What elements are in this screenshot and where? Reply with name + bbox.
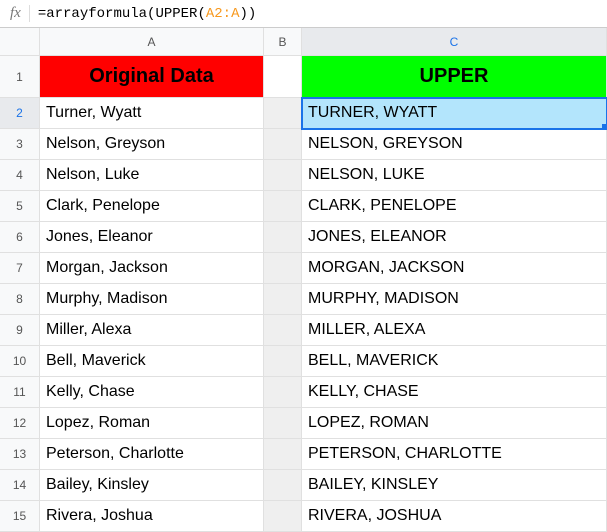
- cell-b4[interactable]: [264, 160, 302, 191]
- formula-input[interactable]: =arrayformula(UPPER(A2:A)): [38, 6, 601, 22]
- cell-b7[interactable]: [264, 253, 302, 284]
- row-header-14[interactable]: 14: [0, 470, 40, 501]
- row-header-15[interactable]: 15: [0, 501, 40, 532]
- cell-c10[interactable]: BELL, MAVERICK: [302, 346, 607, 377]
- cell-a2[interactable]: Turner, Wyatt: [40, 98, 264, 129]
- cell-b10[interactable]: [264, 346, 302, 377]
- cell-c14[interactable]: BAILEY, KINSLEY: [302, 470, 607, 501]
- row-header-4[interactable]: 4: [0, 160, 40, 191]
- cell-a13[interactable]: Peterson, Charlotte: [40, 439, 264, 470]
- corner-cell[interactable]: [0, 28, 40, 56]
- cell-c11[interactable]: KELLY, CHASE: [302, 377, 607, 408]
- cell-b14[interactable]: [264, 470, 302, 501]
- formula-ref: A2:A: [206, 6, 240, 22]
- cell-c2[interactable]: TURNER, WYATT: [302, 98, 607, 129]
- cell-c15[interactable]: RIVERA, JOSHUA: [302, 501, 607, 532]
- row-header-9[interactable]: 9: [0, 315, 40, 346]
- row-header-12[interactable]: 12: [0, 408, 40, 439]
- cell-b5[interactable]: [264, 191, 302, 222]
- row-header-2[interactable]: 2: [0, 98, 40, 129]
- cell-c7[interactable]: MORGAN, JACKSON: [302, 253, 607, 284]
- row-header-10[interactable]: 10: [0, 346, 40, 377]
- cell-b6[interactable]: [264, 222, 302, 253]
- cell-b3[interactable]: [264, 129, 302, 160]
- header-cell-original-data[interactable]: Original Data: [40, 56, 264, 98]
- formula-suffix: )): [239, 6, 256, 22]
- cell-b2[interactable]: [264, 98, 302, 129]
- cell-a7[interactable]: Morgan, Jackson: [40, 253, 264, 284]
- cell-c5[interactable]: CLARK, PENELOPE: [302, 191, 607, 222]
- cell-a15[interactable]: Rivera, Joshua: [40, 501, 264, 532]
- formula-prefix: =arrayformula(UPPER(: [38, 6, 206, 22]
- spreadsheet-grid: A B C 1 Original Data UPPER 2 Turner, Wy…: [0, 28, 607, 532]
- row-header-13[interactable]: 13: [0, 439, 40, 470]
- cell-b15[interactable]: [264, 501, 302, 532]
- row-header-5[interactable]: 5: [0, 191, 40, 222]
- col-header-a[interactable]: A: [40, 28, 264, 56]
- formula-bar: fx =arrayformula(UPPER(A2:A)): [0, 0, 607, 28]
- cell-a12[interactable]: Lopez, Roman: [40, 408, 264, 439]
- fx-icon: fx: [6, 5, 30, 22]
- col-header-b[interactable]: B: [264, 28, 302, 56]
- row-header-1[interactable]: 1: [0, 56, 40, 98]
- header-cell-upper[interactable]: UPPER: [302, 56, 607, 98]
- row-header-11[interactable]: 11: [0, 377, 40, 408]
- row-header-7[interactable]: 7: [0, 253, 40, 284]
- row-header-8[interactable]: 8: [0, 284, 40, 315]
- cell-c8[interactable]: MURPHY, MADISON: [302, 284, 607, 315]
- cell-a6[interactable]: Jones, Eleanor: [40, 222, 264, 253]
- cell-b9[interactable]: [264, 315, 302, 346]
- header-cell-b[interactable]: [264, 56, 302, 98]
- cell-a3[interactable]: Nelson, Greyson: [40, 129, 264, 160]
- cell-b12[interactable]: [264, 408, 302, 439]
- cell-a14[interactable]: Bailey, Kinsley: [40, 470, 264, 501]
- cell-a5[interactable]: Clark, Penelope: [40, 191, 264, 222]
- cell-a10[interactable]: Bell, Maverick: [40, 346, 264, 377]
- cell-b8[interactable]: [264, 284, 302, 315]
- row-header-6[interactable]: 6: [0, 222, 40, 253]
- cell-c12[interactable]: LOPEZ, ROMAN: [302, 408, 607, 439]
- cell-c4[interactable]: NELSON, LUKE: [302, 160, 607, 191]
- cell-b11[interactable]: [264, 377, 302, 408]
- col-header-c[interactable]: C: [302, 28, 607, 56]
- cell-b13[interactable]: [264, 439, 302, 470]
- cell-c6[interactable]: JONES, ELEANOR: [302, 222, 607, 253]
- cell-a4[interactable]: Nelson, Luke: [40, 160, 264, 191]
- row-header-3[interactable]: 3: [0, 129, 40, 160]
- cell-a9[interactable]: Miller, Alexa: [40, 315, 264, 346]
- cell-a11[interactable]: Kelly, Chase: [40, 377, 264, 408]
- cell-c13[interactable]: PETERSON, CHARLOTTE: [302, 439, 607, 470]
- cell-a8[interactable]: Murphy, Madison: [40, 284, 264, 315]
- cell-c9[interactable]: MILLER, ALEXA: [302, 315, 607, 346]
- cell-c3[interactable]: NELSON, GREYSON: [302, 129, 607, 160]
